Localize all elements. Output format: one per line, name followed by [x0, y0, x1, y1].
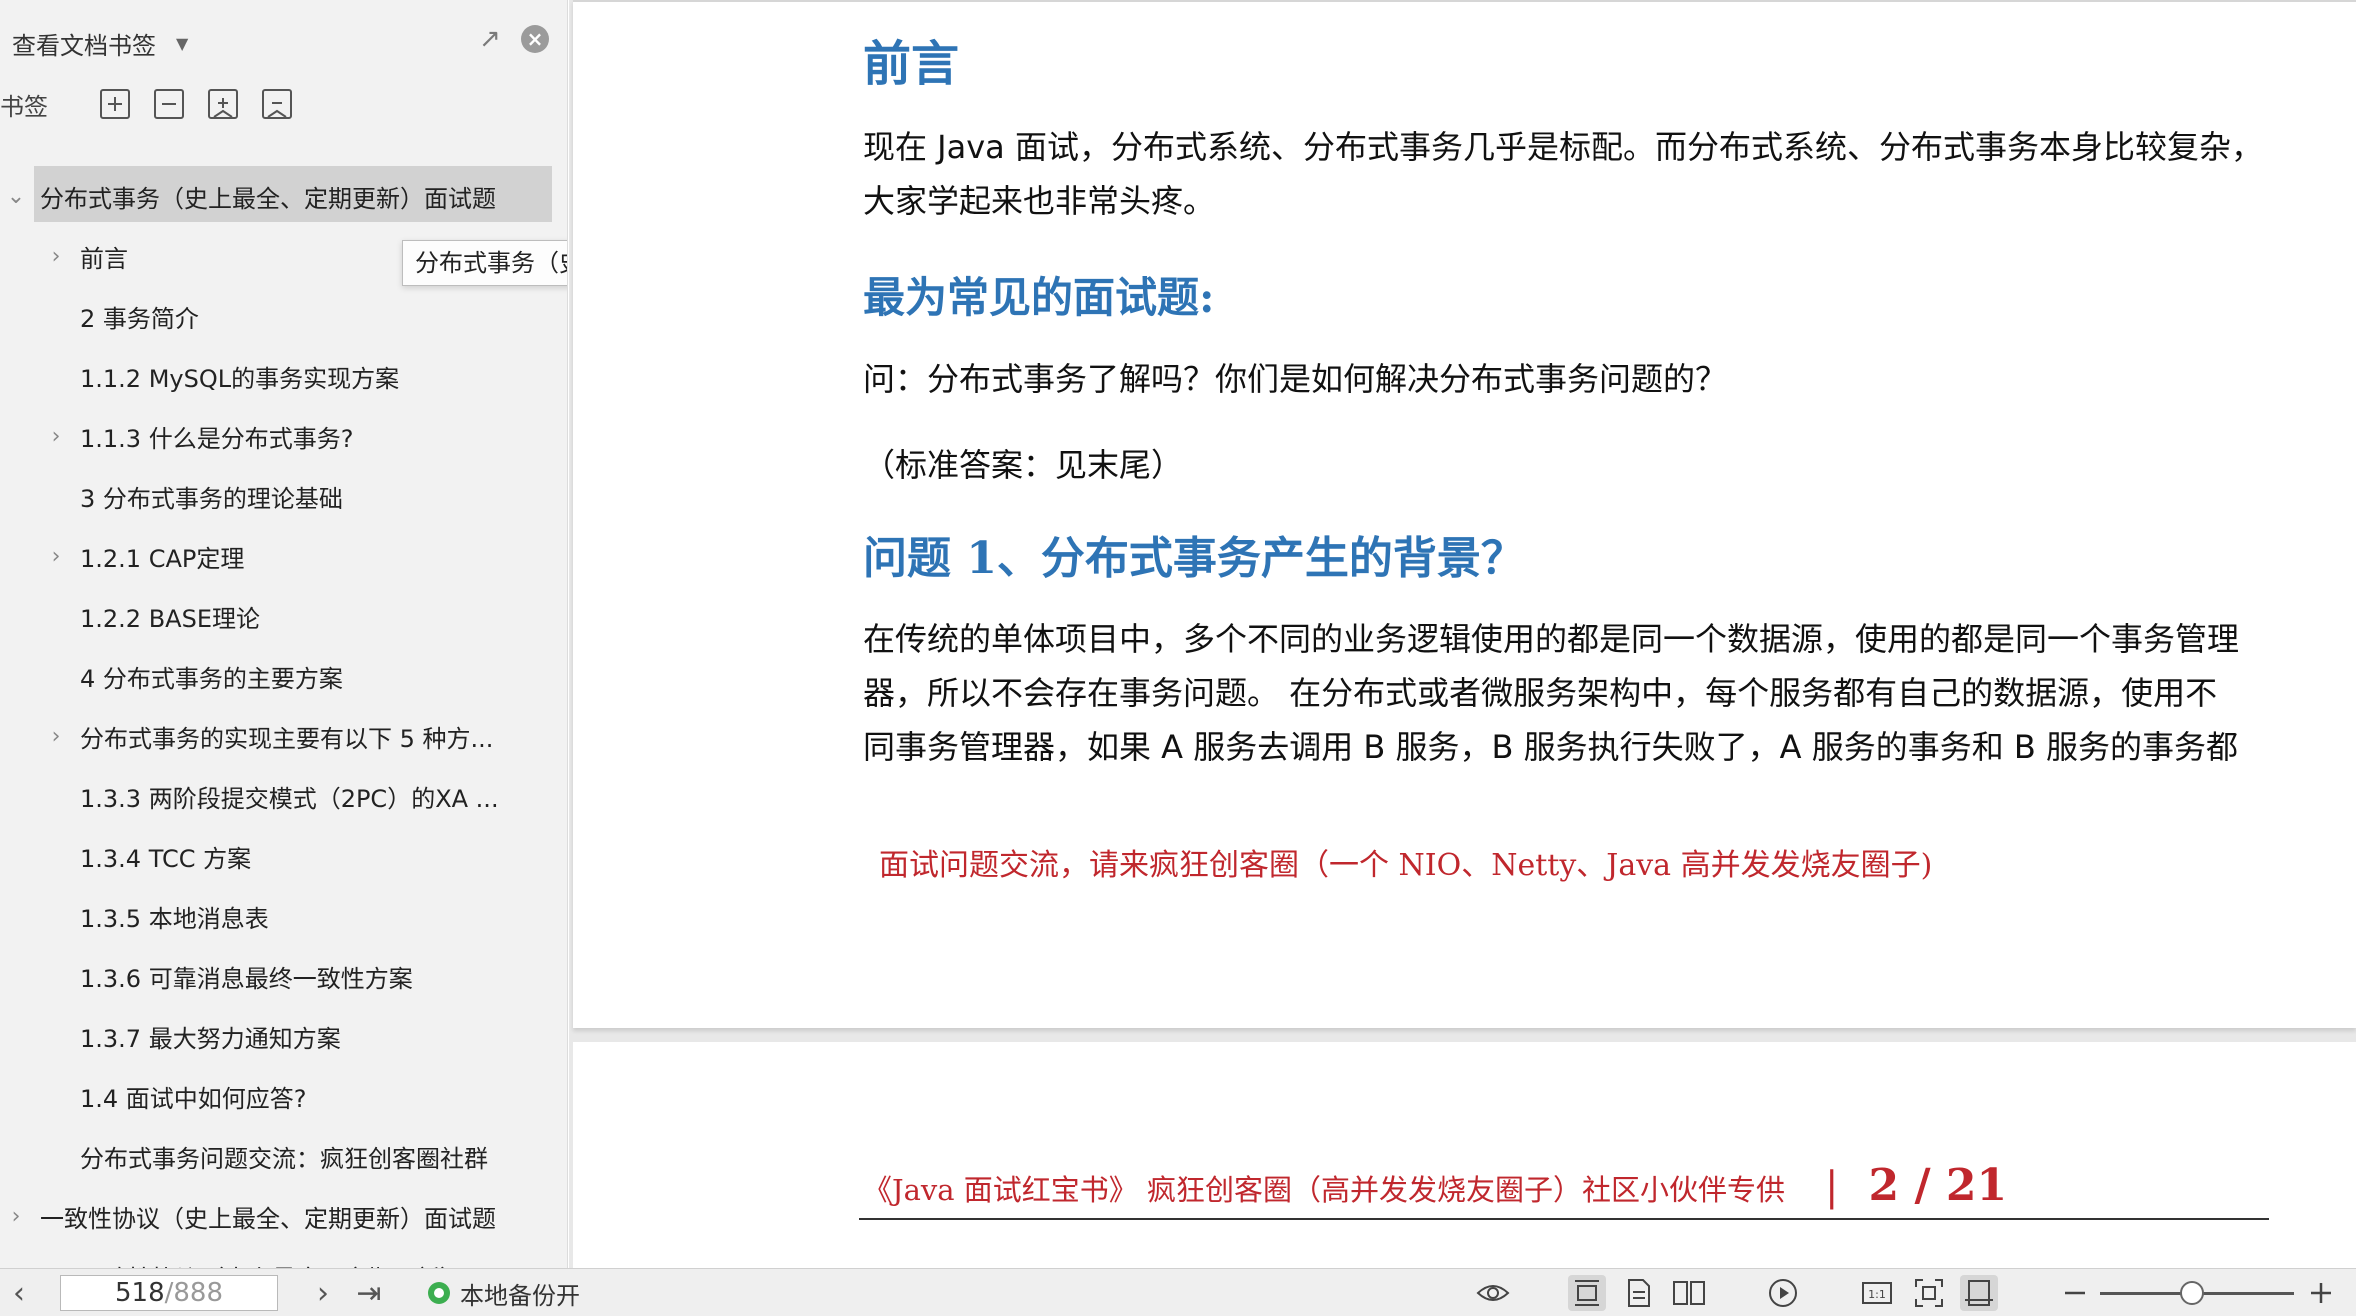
q1-paragraph: 在传统的单体项目中，多个不同的业务逻辑使用的都是同一个数据源，使用的都是同一个事…	[863, 620, 2240, 766]
outline-item[interactable]: 分布式事务问题交流：疯狂创客圈社群	[0, 1126, 567, 1186]
outline-item[interactable]: 1.1.2 MySQL的事务实现方案	[0, 346, 567, 406]
actual-size-icon[interactable]: 1:1	[1858, 1275, 1896, 1311]
backup-status-icon	[428, 1282, 450, 1304]
answer-text: （标准答案：见末尾）	[863, 446, 1184, 484]
outline-item[interactable]: 1.3.5 本地消息表	[0, 886, 567, 946]
local-backup-status[interactable]: 本地备份开	[428, 1269, 580, 1316]
page-footer: 《Java 面试红宝书》 疯狂创客圈（高并发发烧友圈子）社区小伙伴专供 | 2 …	[863, 1160, 2007, 1211]
outline-item[interactable]: 1.3.7 最大努力通知方案	[0, 1006, 567, 1066]
heading-preface: 前言	[863, 36, 960, 92]
outline-item[interactable]: 1.3.4 TCC 方案	[0, 826, 567, 886]
add-bookmark-icon[interactable]	[208, 89, 238, 119]
expand-all-icon[interactable]	[100, 89, 130, 119]
heading-common-questions: 最为常见的面试题:	[863, 273, 1215, 322]
bookmark-tools-label: 书签	[0, 92, 48, 121]
outline-item[interactable]: › 分布式事务的实现主要有以下 5 种方...	[0, 706, 567, 766]
fit-width-icon[interactable]	[1960, 1275, 1998, 1311]
zoom-in-icon[interactable]	[2302, 1275, 2340, 1311]
footer-rule	[859, 1218, 2269, 1220]
svg-text:1:1: 1:1	[1868, 1288, 1886, 1301]
zoom-slider-thumb[interactable]	[2180, 1281, 2204, 1305]
outline-item[interactable]: ⌄ 分布式事务（史上最全、定期更新）面试题	[0, 166, 567, 226]
last-page-icon[interactable]: ⇥	[354, 1276, 384, 1311]
outline-item[interactable]: › 1.2.1 CAP定理	[0, 526, 567, 586]
fit-page-icon[interactable]	[1910, 1275, 1948, 1311]
document-page: 前言 现在 Java 面试，分布式系统、分布式事务几乎是标配。而分布式系统、分布…	[573, 0, 2356, 1028]
outline-item[interactable]: 2 事务简介	[0, 286, 567, 346]
collapse-all-icon[interactable]	[154, 89, 184, 119]
outline-item[interactable]: 4 分布式事务的主要方案	[0, 646, 567, 706]
footer-text: 《Java 面试红宝书》 疯狂创客圈（高并发发烧友圈子）社区小伙伴专供	[863, 1173, 1786, 1207]
caret-down-icon: ▼	[176, 33, 189, 53]
outline-item[interactable]: › 1.1.3 什么是分布式事务?	[0, 406, 567, 466]
page-number-input[interactable]: 518/888	[60, 1275, 278, 1311]
chevron-right-icon[interactable]: ›	[46, 424, 66, 449]
community-note: 面试问题交流，请来疯狂创客圈（一个 NIO、Netty、Java 高并发发烧友圈…	[879, 848, 1933, 883]
bookmark-sidebar: 查看文档书签 ▼ ↗ × 书签 ⌄ 分布式事务（史上最全、定期更新）面试题 › …	[0, 0, 568, 1268]
unpin-icon[interactable]: ↗	[475, 24, 505, 54]
single-page-icon[interactable]	[1568, 1275, 1606, 1311]
eye-icon[interactable]	[1474, 1275, 1512, 1311]
bookmark-outline: ⌄ 分布式事务（史上最全、定期更新）面试题 › 前言 2 事务简介 1.1.2 …	[0, 166, 567, 1269]
chevron-right-icon[interactable]: ›	[6, 1204, 26, 1229]
outline-item[interactable]: 1.2.2 BASE理论	[0, 586, 567, 646]
outline-item[interactable]: › 一致性协议（史上最全、定期更新）	[0, 1246, 567, 1269]
footer-separator: |	[1825, 1164, 1839, 1210]
outline-item[interactable]: 1.4 面试中如何应答?	[0, 1066, 567, 1126]
bookmark-icon[interactable]	[262, 89, 292, 119]
zoom-out-icon[interactable]	[2056, 1275, 2094, 1311]
outline-item[interactable]: › 一致性协议（史上最全、定期更新）面试题	[0, 1186, 567, 1246]
heading-question-1: 问题 1、分布式事务产生的背景？	[863, 533, 1525, 584]
document-page: 《Java 面试红宝书》 疯狂创客圈（高并发发烧友圈子）社区小伙伴专供 | 2 …	[573, 1042, 2356, 1268]
two-page-icon[interactable]	[1670, 1275, 1708, 1311]
outline-item[interactable]: 1.3.6 可靠消息最终一致性方案	[0, 946, 567, 1006]
question-text: 问：分布式事务了解吗？你们是如何解决分布式事务问题的？	[863, 360, 1728, 398]
chevron-right-icon[interactable]: ›	[46, 544, 66, 569]
outline-item[interactable]: 3 分布式事务的理论基础	[0, 466, 567, 526]
bookmark-tooltip: 分布式事务（史上最全、定期更新）面试题	[402, 240, 567, 286]
sidebar-title: 查看文档书签	[12, 31, 156, 60]
outline-item[interactable]: 1.3.3 两阶段提交模式（2PC）的XA ...	[0, 766, 567, 826]
chevron-right-icon[interactable]: ›	[46, 724, 66, 749]
close-icon[interactable]: ×	[521, 25, 549, 53]
chevron-left-icon[interactable]: ‹	[4, 1276, 34, 1311]
sidebar-header-dropdown[interactable]: 查看文档书签 ▼	[12, 26, 188, 60]
status-bar: ‹ 518/888 › ⇥ 本地备份开 1:1	[0, 1268, 2356, 1316]
chevron-right-icon[interactable]: ›	[46, 244, 66, 269]
footer-page-number: 2 / 21	[1868, 1160, 2008, 1211]
play-icon[interactable]	[1764, 1275, 1802, 1311]
chevron-right-icon[interactable]: ›	[308, 1276, 338, 1311]
preface-paragraph: 现在 Java 面试，分布式系统、分布式事务几乎是标配。而分布式系统、分布式事务…	[863, 128, 2263, 220]
document-viewer[interactable]: 前言 现在 Java 面试，分布式系统、分布式事务几乎是标配。而分布式系统、分布…	[569, 0, 2356, 1268]
chevron-down-icon[interactable]: ⌄	[6, 184, 26, 209]
continuous-page-icon[interactable]	[1620, 1275, 1658, 1311]
bookmark-toolbar: 书签	[0, 84, 316, 124]
